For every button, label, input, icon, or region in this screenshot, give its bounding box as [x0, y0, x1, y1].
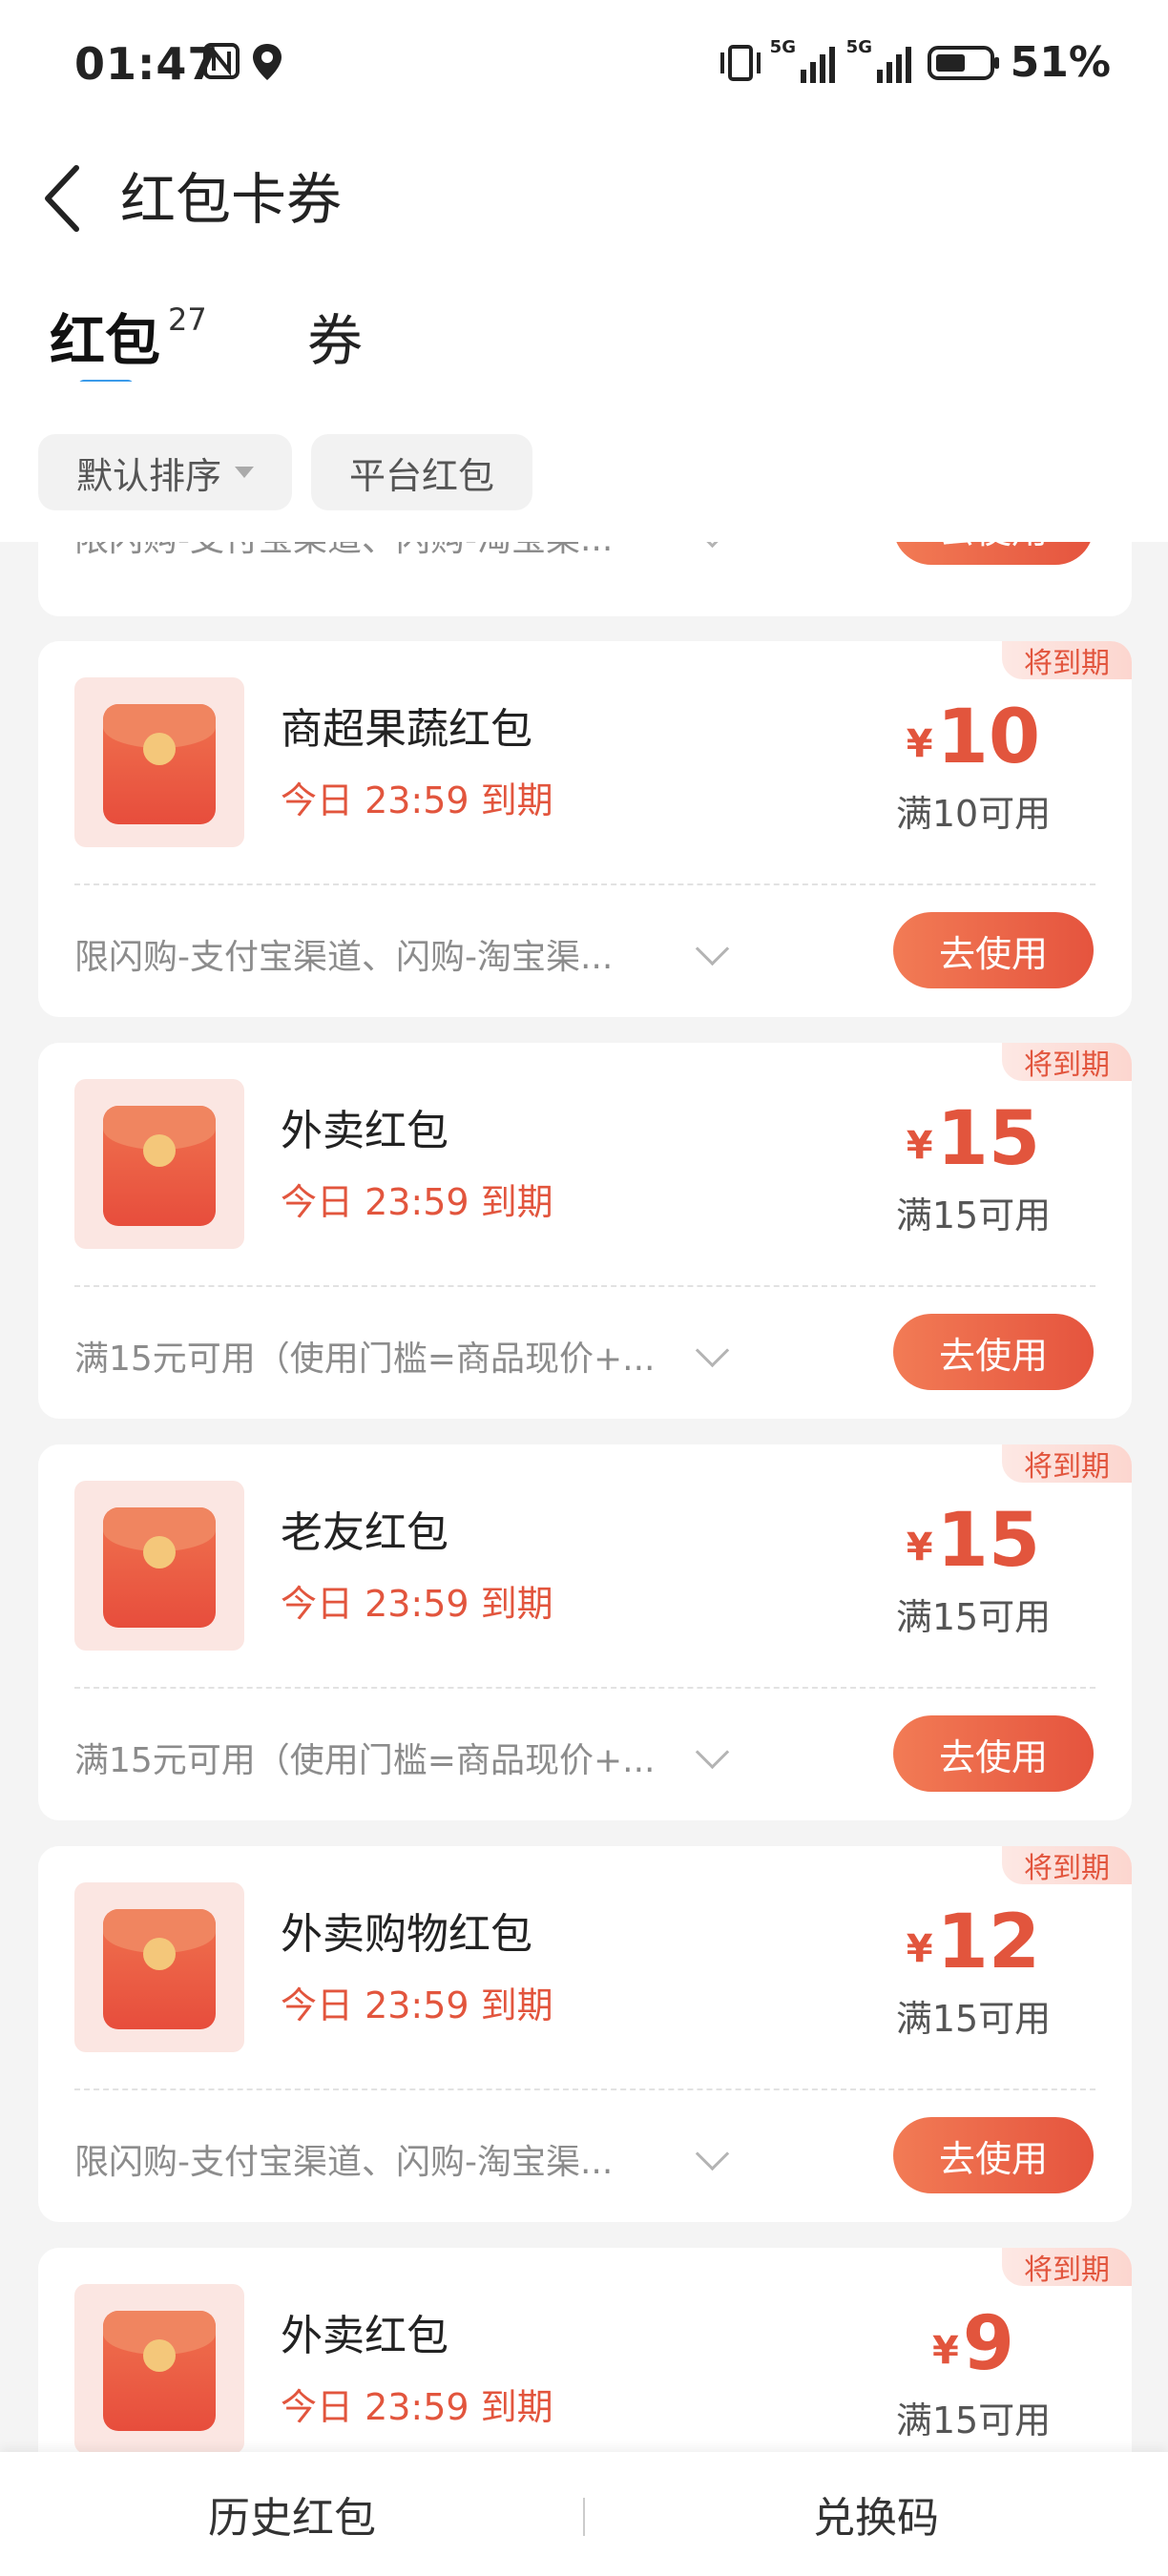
card-divider	[74, 2088, 1095, 2090]
card-amount: ¥15	[906, 1096, 1041, 1182]
expiring-badge: 将到期	[1002, 1444, 1132, 1484]
caret-down-icon	[235, 467, 254, 478]
card-name: 商超果蔬红包	[281, 705, 532, 754]
card-amount: ¥10	[906, 695, 1041, 780]
red-packet-card: 将到期 外卖红包 今日 23:59 到期 ¥9 满15可用	[38, 2248, 1132, 2452]
red-packet-card: 将到期 老友红包 今日 23:59 到期 ¥15 满15可用 满15元可用（使用…	[38, 1444, 1132, 1820]
card-divider	[74, 883, 1095, 885]
card-expire: 今日 23:59 到期	[281, 2386, 553, 2428]
chevron-down-icon[interactable]	[695, 1333, 730, 1368]
card-condition: 满15可用	[895, 2399, 1052, 2441]
chevron-down-icon[interactable]	[695, 542, 730, 549]
card-desc: 满15元可用（使用门槛=商品现价+...	[74, 1741, 656, 1780]
card-divider	[74, 1687, 1095, 1689]
signal-5g-icon: 5G	[846, 37, 917, 83]
red-packet-card: 将到期 外卖红包 今日 23:59 到期 ¥15 满15可用 满15元可用（使用…	[38, 1043, 1132, 1419]
card-expire: 今日 23:59 到期	[281, 1583, 553, 1625]
card-expire: 今日 23:59 到期	[281, 779, 553, 821]
expiring-badge: 将到期	[1002, 1043, 1132, 1082]
red-packet-thumbnail	[74, 1481, 244, 1651]
chevron-down-icon[interactable]	[695, 2136, 730, 2171]
use-button[interactable]: 去使用	[893, 1314, 1094, 1390]
card-desc: 满15元可用（使用门槛=商品现价+...	[74, 1340, 656, 1379]
card-expire: 今日 23:59 到期	[281, 1984, 553, 2026]
red-packet-card: 将到期 外卖购物红包 今日 23:59 到期 ¥12 满15可用 限闪购-支付宝…	[38, 1846, 1132, 2222]
card-condition: 满15可用	[895, 1998, 1052, 2040]
card-name: 老友红包	[281, 1508, 448, 1557]
card-name: 外卖购物红包	[281, 1910, 532, 1959]
red-packet-card-partial: 限闪购-支付宝渠道、闪购-淘宝渠... 去使用	[38, 542, 1132, 616]
sort-label: 默认排序	[75, 454, 221, 497]
red-envelope-icon	[103, 1909, 216, 2029]
card-expire: 今日 23:59 到期	[281, 1181, 553, 1223]
battery-percent: 51%	[1010, 38, 1111, 87]
red-packet-thumbnail	[74, 1079, 244, 1249]
card-desc: 限闪购-支付宝渠道、闪购-淘宝渠...	[74, 2143, 614, 2182]
platform-filter-chip[interactable]: 平台红包	[311, 434, 532, 510]
expiring-badge: 将到期	[1002, 1846, 1132, 1885]
page-header: 红包卡券 红包 27 券	[0, 134, 1168, 391]
signal-5g-icon: 5G	[770, 37, 841, 83]
card-divider	[74, 1285, 1095, 1287]
red-envelope-icon	[103, 1507, 216, 1628]
vibrate-icon	[720, 44, 761, 81]
tab-coupon[interactable]: 券	[307, 296, 363, 376]
expiring-badge: 将到期	[1002, 641, 1132, 680]
battery-icon	[927, 45, 999, 80]
status-time: 01:47	[74, 38, 219, 90]
location-icon	[253, 44, 282, 80]
red-envelope-icon	[103, 704, 216, 824]
red-envelope-icon	[103, 2311, 216, 2431]
redeem-code-button[interactable]: 兑换码	[584, 2452, 1168, 2576]
card-desc: 限闪购-支付宝渠道、闪购-淘宝渠...	[74, 542, 613, 561]
card-amount: ¥12	[906, 1900, 1041, 1985]
card-condition: 满15可用	[895, 1596, 1052, 1638]
card-condition: 满15可用	[895, 1195, 1052, 1236]
page-title: 红包卡券	[120, 167, 343, 232]
sort-dropdown[interactable]: 默认排序	[38, 434, 292, 510]
use-button[interactable]: 去使用	[893, 1715, 1094, 1792]
nfc-icon	[203, 43, 240, 79]
card-condition: 满10可用	[895, 793, 1052, 835]
chevron-down-icon[interactable]	[695, 931, 730, 966]
tab-red-packet[interactable]: 红包	[50, 296, 160, 376]
use-button[interactable]: 去使用	[893, 2117, 1094, 2193]
use-button[interactable]: 去使用	[893, 542, 1094, 565]
card-amount: ¥9	[931, 2301, 1015, 2387]
red-packet-thumbnail	[74, 1882, 244, 2052]
card-desc: 限闪购-支付宝渠道、闪购-淘宝渠...	[74, 938, 614, 977]
use-button[interactable]: 去使用	[893, 912, 1094, 988]
back-arrow-icon[interactable]	[38, 160, 95, 237]
red-packet-thumbnail	[74, 677, 244, 847]
red-envelope-icon	[103, 1106, 216, 1226]
platform-label: 平台红包	[348, 454, 494, 497]
red-packet-thumbnail	[74, 2284, 244, 2452]
red-packet-list[interactable]: 限闪购-支付宝渠道、闪购-淘宝渠... 去使用 将到期 商超果蔬红包 今日 23…	[0, 542, 1168, 2452]
expiring-badge: 将到期	[1002, 2248, 1132, 2287]
status-bar: 01:47 5G 5G 51%	[0, 0, 1168, 134]
filter-bar: 默认排序 平台红包	[0, 382, 1168, 542]
bottom-bar: 历史红包 兑换码	[0, 2452, 1168, 2576]
card-amount: ¥15	[906, 1498, 1041, 1584]
tab-red-packet-count: 27	[168, 301, 207, 338]
card-name: 外卖红包	[281, 1107, 448, 1155]
red-packet-card: 将到期 商超果蔬红包 今日 23:59 到期 ¥10 满10可用 限闪购-支付宝…	[38, 641, 1132, 1017]
history-red-packets-button[interactable]: 历史红包	[0, 2452, 584, 2576]
card-name: 外卖红包	[281, 2312, 448, 2360]
chevron-down-icon[interactable]	[695, 1735, 730, 1770]
